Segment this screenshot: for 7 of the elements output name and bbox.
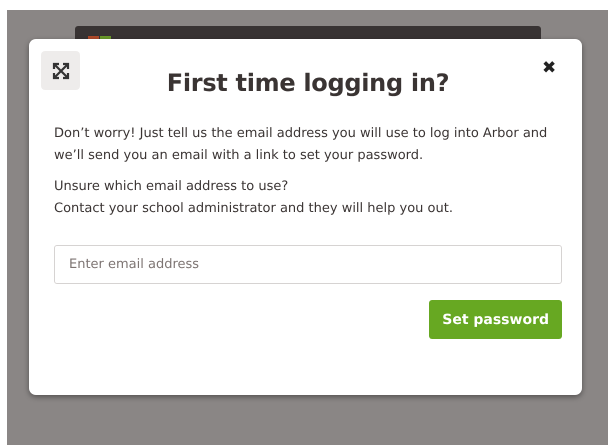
- close-button[interactable]: ✖: [536, 55, 562, 79]
- instruction-text: Unsure which email address to use? Contact your school administrator and they will help you out.: [54, 178, 454, 218]
- expand-button[interactable]: [41, 51, 80, 90]
- dialog-title: First time logging in?: [166, 69, 450, 97]
- expand-icon: [52, 62, 70, 80]
- email-field[interactable]: Enter email address: [54, 245, 562, 284]
- instruction-text: Don’t worry! Just tell us the email address you will use to log into Arbor and we’ll send you an email with a link to set your password.: [54, 125, 548, 165]
